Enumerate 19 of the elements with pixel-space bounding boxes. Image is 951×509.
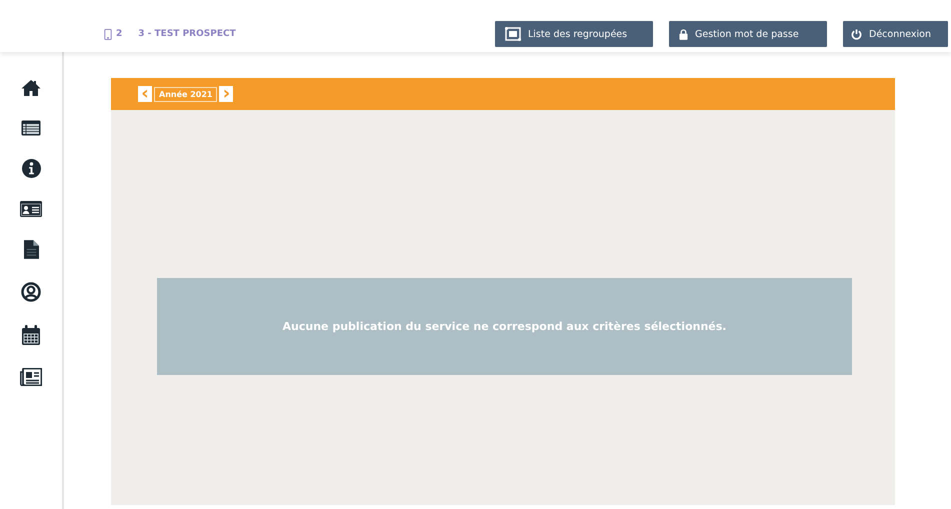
group-icon [505, 27, 521, 41]
power-icon [851, 28, 862, 40]
header-button[interactable]: Déconnexion [843, 21, 948, 47]
calendar-icon[interactable] [22, 325, 40, 345]
phone-icon [104, 28, 112, 40]
info-icon[interactable] [22, 159, 40, 178]
newspaper-icon[interactable] [20, 368, 42, 386]
id-card-icon[interactable] [20, 201, 42, 217]
document-icon[interactable] [24, 240, 38, 259]
header-button[interactable]: Gestion mot de passe [669, 21, 827, 47]
header-button[interactable]: Liste des regroupées [495, 21, 653, 47]
lock-icon [679, 28, 688, 40]
list-icon[interactable] [21, 120, 41, 136]
user-icon[interactable] [21, 282, 41, 302]
empty-message: Aucune publication du service ne correspond aux critères sélectionnés. [157, 278, 852, 375]
account-name: 3 - TEST PROSPECT [138, 29, 236, 39]
account-code: 2 [116, 29, 122, 39]
year-label: Année 2021 [154, 86, 218, 102]
home-icon[interactable] [21, 79, 41, 97]
